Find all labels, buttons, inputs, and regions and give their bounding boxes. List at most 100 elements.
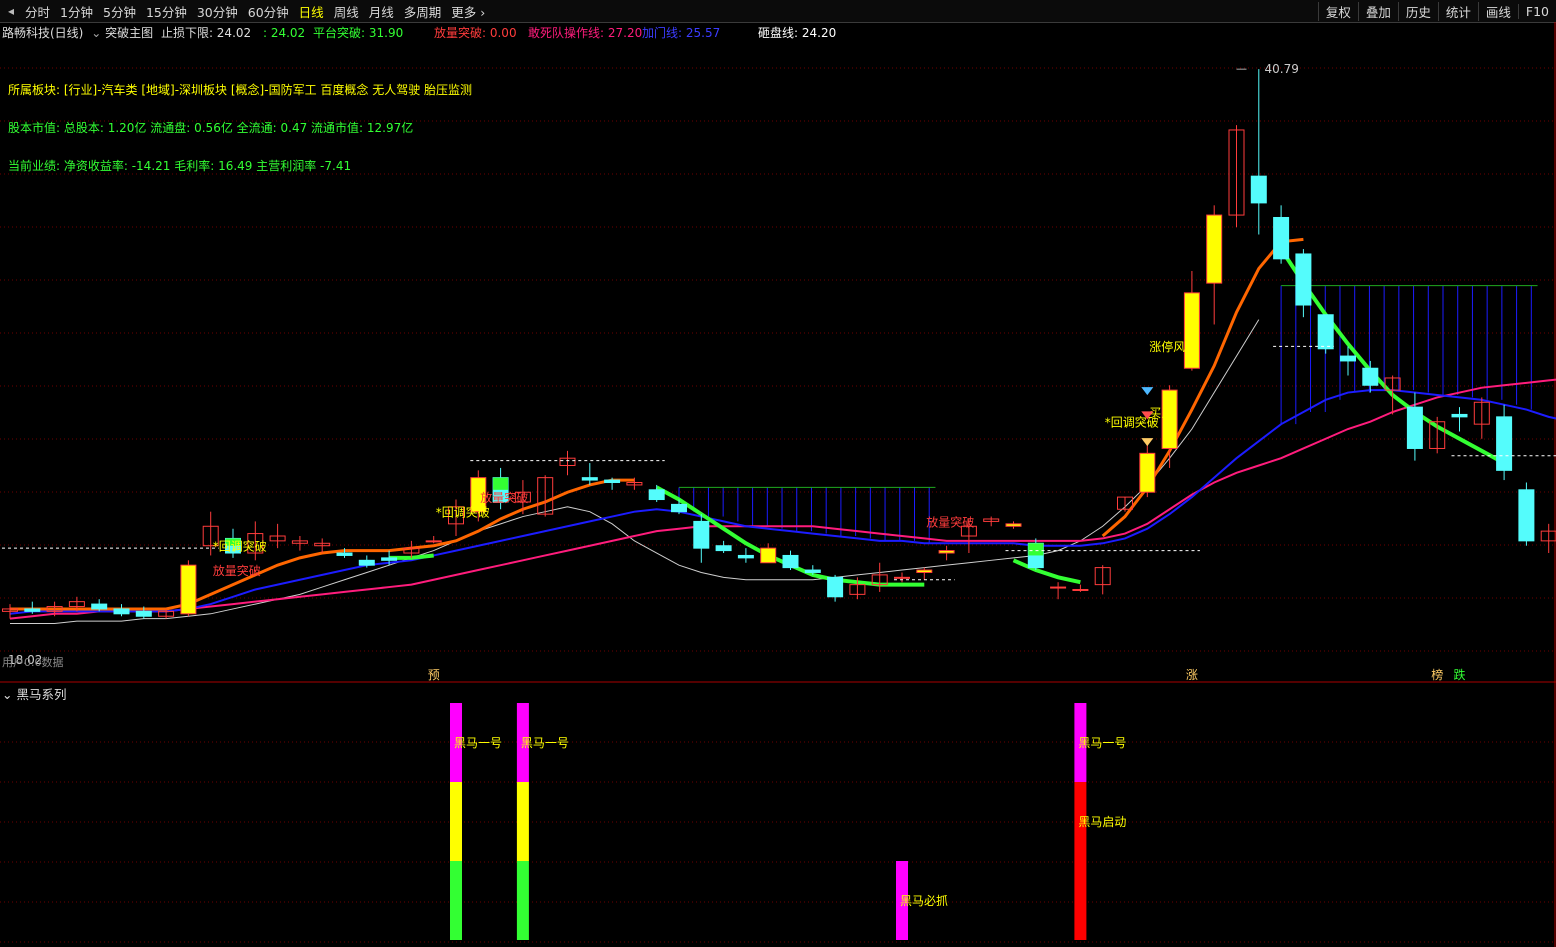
candle-body (91, 603, 108, 610)
candle (180, 560, 197, 617)
candle (1027, 538, 1044, 571)
candle-body (1139, 452, 1156, 493)
candle-body (916, 569, 933, 573)
bottom-marker: 涨 (1186, 667, 1198, 682)
candle-body (425, 540, 442, 543)
candle-body (180, 564, 197, 615)
candle (1317, 314, 1334, 354)
candle-body (827, 576, 844, 598)
candle (1117, 496, 1133, 512)
gem-icon (1141, 438, 1154, 447)
candle-body (1362, 367, 1379, 386)
candle-body (135, 610, 152, 617)
candle-body (804, 569, 821, 573)
candle-body (1295, 253, 1312, 306)
candle-body (1050, 586, 1067, 589)
candle (1183, 270, 1200, 371)
candle-body (782, 554, 799, 569)
candle-body (1273, 216, 1290, 260)
candle (1228, 125, 1245, 228)
candle (1273, 205, 1290, 264)
signal-label: 放量突破 (213, 563, 261, 578)
candle (782, 550, 799, 571)
candle-body (336, 552, 353, 556)
candle (1451, 407, 1468, 432)
candle-body (1406, 406, 1423, 449)
candle-body (1072, 588, 1089, 591)
candle-body (113, 608, 130, 615)
heima-bar-segment (450, 782, 462, 861)
candle (291, 536, 308, 551)
candle-body (1317, 314, 1334, 350)
candle (693, 514, 710, 563)
heima-bar-segment (516, 782, 529, 861)
candle (760, 543, 777, 564)
candle-body (938, 550, 955, 554)
heima-bar: 黑马一号 (516, 703, 569, 940)
candle-body (1340, 355, 1356, 362)
candle-body-green (1028, 543, 1044, 556)
candle-body (894, 576, 910, 579)
ma-green-line (1279, 248, 1506, 465)
heima-bar-segment (1074, 782, 1087, 940)
candle (113, 604, 130, 617)
ma-green-line (1012, 558, 1081, 585)
candle (559, 450, 576, 476)
candle-body (1005, 523, 1022, 527)
candle-body (381, 557, 398, 561)
signal-label: 涨停风暴 (1149, 339, 1197, 354)
candle-body (1250, 175, 1267, 204)
signal-label: *回调突破 (436, 505, 490, 520)
candle-body (715, 545, 732, 552)
candle (1518, 482, 1535, 546)
bottom-marker: 预 (428, 668, 440, 682)
heima-label: 黑马一号 (521, 736, 569, 750)
candle-body (358, 559, 375, 566)
gem-icon (1141, 387, 1154, 396)
candle-body-green (493, 477, 509, 490)
candle (1072, 584, 1089, 592)
candle (2, 604, 18, 619)
signal-label: 放量突破 (926, 514, 974, 529)
candle (1295, 249, 1312, 318)
heima-bar-segment (516, 861, 529, 940)
candle (1094, 565, 1111, 595)
candle (314, 538, 331, 554)
candle-body (24, 608, 41, 612)
candle-body (604, 479, 621, 484)
candle-body (1496, 416, 1513, 471)
kline-chart[interactable]: 40.7918.02用户0.0数据放量突破*回调突破*回调突破放量突破放量突破*… (0, 0, 1556, 947)
candle (1540, 523, 1556, 554)
candle (938, 545, 955, 561)
candle (983, 516, 1000, 527)
candle (581, 463, 598, 485)
candle (1473, 397, 1490, 439)
heima-label: 黑马必抓 (900, 894, 948, 908)
signal-label: 买入 (1149, 406, 1173, 420)
candle-body (671, 503, 687, 513)
candle (1005, 521, 1022, 529)
candle-body (581, 477, 598, 481)
candle-body (693, 520, 710, 549)
heima-label: 黑马一号 (1078, 736, 1126, 750)
bottom-marker: 榜 (1431, 667, 1443, 682)
candle (916, 567, 933, 580)
candle (1050, 582, 1067, 600)
bottom-marker: 跌 (1454, 667, 1466, 682)
candle (1139, 441, 1156, 498)
candle (1161, 385, 1178, 468)
heima-bar: 黑马必抓 (896, 861, 948, 940)
signal-label: *回调突破 (213, 539, 267, 554)
signal-label: 放量突破 (480, 490, 528, 505)
candle-body (737, 554, 754, 559)
candle (1250, 69, 1267, 235)
candle (737, 548, 754, 563)
candle (425, 536, 442, 544)
candle (1384, 375, 1401, 415)
max-price-label: 40.79 (1265, 62, 1299, 76)
candle-body (1183, 292, 1200, 369)
candle-body (760, 547, 777, 564)
heima-label: 黑马启动 (1078, 815, 1126, 829)
candle-body (1206, 214, 1223, 284)
ma-white-line (10, 319, 1260, 625)
